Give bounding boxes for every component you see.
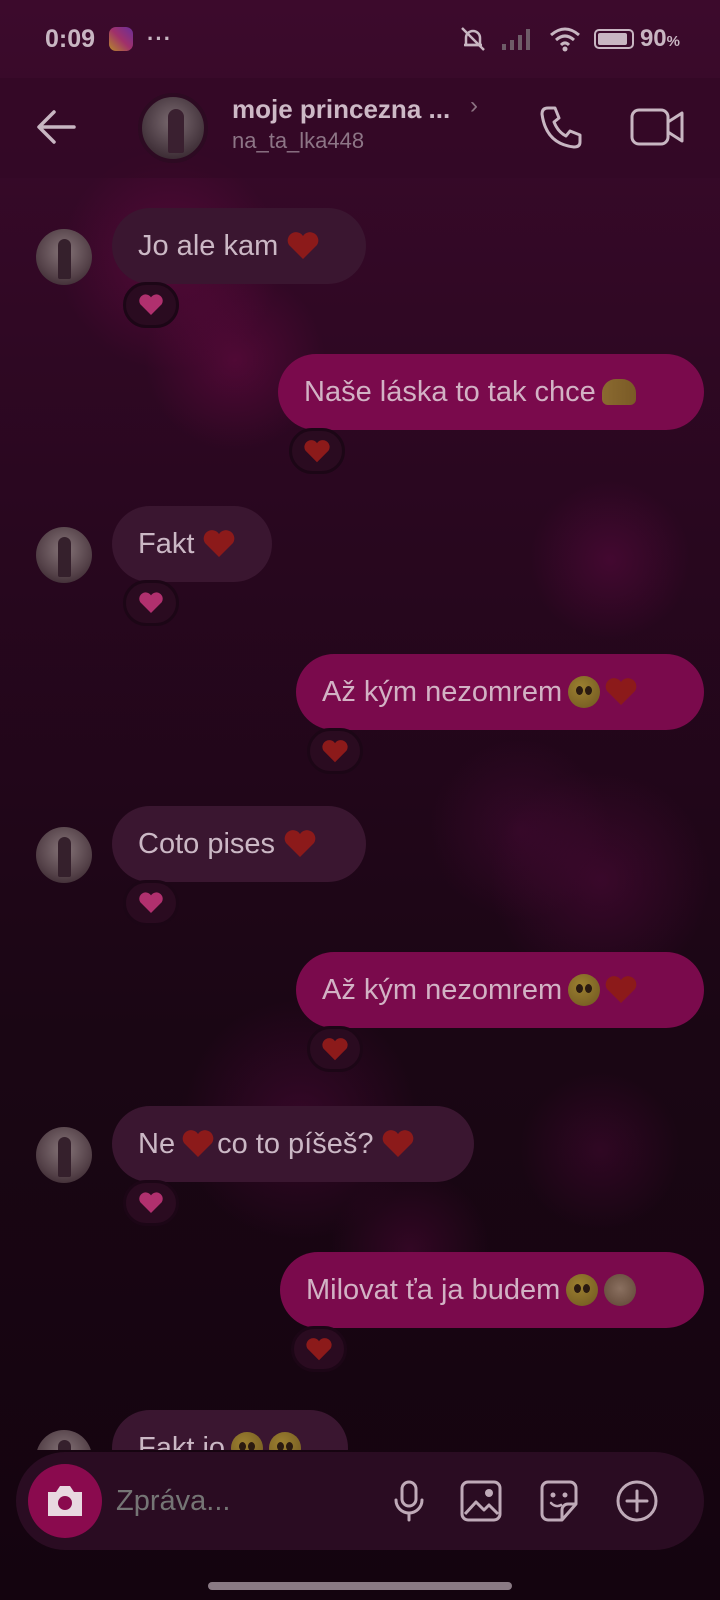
peer-avatar[interactable]	[138, 93, 208, 163]
reaction-badge[interactable]	[289, 428, 345, 474]
heart-eyes-cat-emoji	[231, 1432, 264, 1450]
red-heart-emoji	[383, 1130, 414, 1157]
status-time: 0:09	[45, 24, 96, 53]
message-thread[interactable]: Jo ale kam Naše láska to tak chce Fakt A…	[0, 178, 720, 1450]
wifi-icon	[549, 27, 580, 52]
pleading-face-emoji	[568, 974, 601, 1006]
red-heart-emoji	[304, 439, 330, 462]
message-bubble-incoming[interactable]: Ne co to píšeš?	[112, 1106, 474, 1182]
plus-circle-icon[interactable]	[614, 1478, 660, 1524]
mute-bell-icon	[461, 27, 485, 51]
message-text: Milovat ťa ja budem	[306, 1273, 561, 1306]
image-icon[interactable]	[458, 1478, 504, 1524]
message-bubble-outgoing[interactable]: Až kým nezomrem	[296, 952, 704, 1028]
reaction-badge[interactable]	[123, 880, 179, 926]
battery-indicator: 90%	[593, 25, 680, 53]
message-text: Fakt	[138, 527, 195, 560]
message-text: Až kým nezomrem	[322, 973, 563, 1006]
more-notifications-icon: ···	[147, 26, 173, 51]
see-no-evil-monkey-emoji	[604, 1274, 637, 1306]
peer-name[interactable]: moje princezna ...	[232, 94, 450, 125]
chevron-right-icon[interactable]: ›	[470, 92, 478, 120]
red-heart-emoji	[322, 1037, 348, 1060]
message-text: Fakt jo	[138, 1431, 226, 1451]
status-bar: 0:09 ··· 90%	[0, 0, 720, 78]
message-text: Jo ale kam	[138, 229, 279, 262]
signal-icon	[501, 29, 530, 50]
pleading-face-emoji	[568, 676, 601, 708]
peer-message-avatar[interactable]	[36, 1127, 92, 1183]
pink-heart-emoji	[139, 892, 163, 913]
message-bubble-outgoing[interactable]: Až kým nezomrem	[296, 654, 704, 730]
battery-icon	[593, 29, 634, 49]
message-composer	[16, 1452, 704, 1550]
message-bubble-incoming[interactable]: Fakt	[112, 506, 272, 582]
red-heart-emoji	[605, 678, 637, 705]
message-bubble-outgoing[interactable]: Milovat ťa ja budem	[280, 1252, 704, 1328]
message-text: Ne	[138, 1127, 176, 1160]
message-bubble-incoming[interactable]: Fakt jo	[112, 1410, 348, 1450]
reaction-badge[interactable]	[291, 1326, 347, 1372]
reaction-badge[interactable]	[307, 728, 363, 774]
peer-message-avatar[interactable]	[36, 1430, 92, 1450]
reaction-badge[interactable]	[307, 1026, 363, 1072]
microphone-icon[interactable]	[386, 1478, 432, 1524]
camera-button[interactable]	[28, 1464, 102, 1538]
battery-percent: 90%	[639, 25, 680, 52]
peer-message-avatar[interactable]	[36, 527, 92, 583]
battery-fill	[597, 33, 627, 45]
sticker-icon[interactable]	[536, 1478, 582, 1524]
red-heart-emoji	[284, 830, 316, 857]
pink-heart-emoji	[139, 1192, 163, 1213]
peer-message-avatar[interactable]	[36, 229, 92, 285]
video-camera-icon[interactable]	[628, 100, 688, 154]
message-text: Coto pises	[138, 827, 276, 860]
home-indicator[interactable]	[208, 1582, 512, 1590]
back-arrow-icon[interactable]	[30, 100, 84, 154]
red-heart-emoji	[322, 739, 348, 762]
message-input[interactable]	[116, 1476, 376, 1526]
message-bubble-incoming[interactable]: Jo ale kam	[112, 208, 366, 284]
heart-eyes-cat-emoji	[566, 1274, 599, 1306]
red-heart-emoji	[182, 1130, 214, 1157]
pink-heart-emoji	[139, 592, 163, 613]
message-text: Naše láska to tak chce	[304, 375, 596, 408]
heart-hands-emoji	[601, 379, 636, 405]
chat-header: moje princezna ... › na_ta_lka448	[0, 78, 720, 178]
message-text-continued: co to píšeš?	[217, 1127, 374, 1160]
red-heart-emoji	[306, 1337, 332, 1360]
instagram-notification-icon	[109, 27, 134, 51]
peer-username[interactable]: na_ta_lka448	[232, 128, 364, 154]
message-text: Až kým nezomrem	[322, 675, 563, 708]
red-heart-emoji	[605, 976, 637, 1003]
red-heart-emoji	[204, 530, 235, 557]
reaction-badge[interactable]	[123, 282, 179, 328]
face-emoji	[269, 1432, 302, 1450]
peer-message-avatar[interactable]	[36, 827, 92, 883]
reaction-badge[interactable]	[123, 1180, 179, 1226]
message-bubble-incoming[interactable]: Coto pises	[112, 806, 366, 882]
message-bubble-outgoing[interactable]: Naše láska to tak chce	[278, 354, 704, 430]
reaction-badge[interactable]	[123, 580, 179, 626]
pink-heart-emoji	[139, 294, 163, 315]
phone-icon[interactable]	[534, 100, 588, 154]
red-heart-emoji	[287, 232, 319, 259]
camera-icon	[48, 1486, 82, 1516]
